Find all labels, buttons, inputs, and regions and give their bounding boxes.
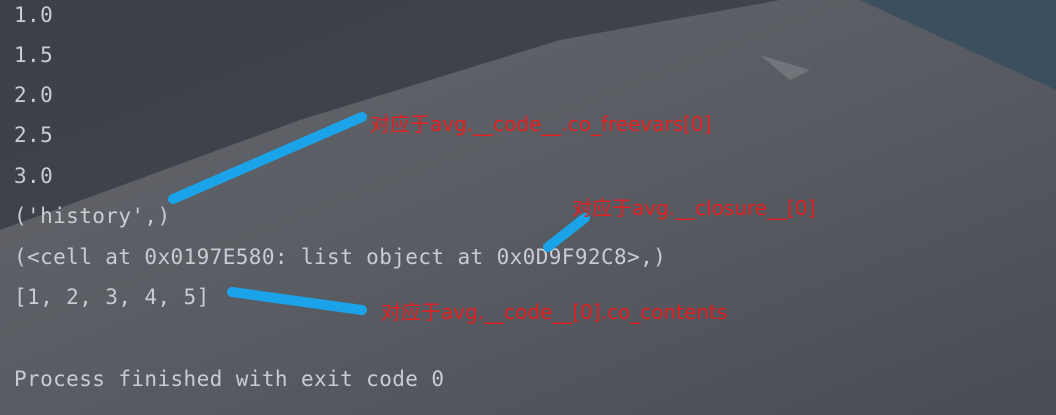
console-line: 1.0 — [14, 3, 54, 27]
annotation-closure: 对应于avg.__closure__[0] — [572, 196, 816, 220]
console-line: 3.0 — [14, 164, 54, 188]
console-line: 1.5 — [14, 43, 54, 67]
console-line: 2.5 — [14, 123, 54, 147]
annotation-contents: 对应于avg.__code__[0].co_contents — [381, 300, 728, 324]
console-line: 2.0 — [14, 83, 54, 107]
console-line: (<cell at 0x0197E580: list object at 0x0… — [14, 245, 667, 269]
annotation-freevars: 对应于avg.__code__.co_freevars[0] — [370, 112, 712, 136]
console-line: [1, 2, 3, 4, 5] — [14, 285, 210, 309]
console-line: ('history',) — [14, 204, 171, 228]
exit-status-line: Process finished with exit code 0 — [14, 367, 445, 391]
